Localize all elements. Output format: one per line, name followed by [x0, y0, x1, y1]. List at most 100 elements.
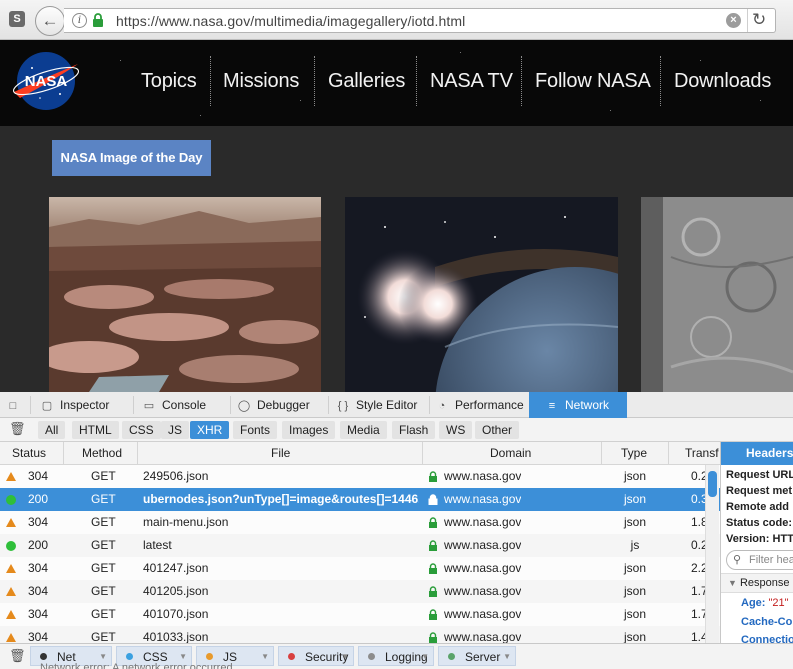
secure-lock-icon: [428, 494, 438, 505]
cell-domain: www.nasa.gov: [444, 630, 522, 643]
col-status[interactable]: Status: [12, 442, 46, 465]
tab-divider: [133, 396, 134, 414]
tab-divider: [30, 396, 31, 414]
nav-topics[interactable]: Topics: [141, 70, 197, 93]
cell-status: 304: [28, 630, 49, 643]
filter-js[interactable]: JS: [161, 421, 190, 439]
status-cached-icon: [6, 472, 16, 481]
dropdown-arrow-icon[interactable]: ▼: [341, 647, 349, 667]
filter-css[interactable]: CSS: [122, 421, 161, 439]
response-headers-section[interactable]: ▼ Response: [721, 573, 793, 593]
scrollbar-thumb[interactable]: [708, 471, 717, 497]
table-row[interactable]: 304 GET 401033.json www.nasa.gov json 1.4: [0, 626, 720, 643]
devtools-panel: □ ▢ Inspector ▭ Console ◯ Debugger { } Style…: [0, 392, 793, 669]
dropdown-arrow-icon[interactable]: ▼: [261, 647, 269, 667]
table-row[interactable]: 200 GET latest www.nasa.gov js 0.2: [0, 534, 720, 557]
dropdown-arrow-icon[interactable]: ▼: [503, 647, 511, 667]
table-row[interactable]: 304 GET 401205.json www.nasa.gov json 1.7: [0, 580, 720, 603]
image-of-the-day-badge[interactable]: NASA Image of the Day: [52, 140, 211, 176]
tab-performance[interactable]: ◔ Performance: [435, 392, 529, 418]
extension-icon[interactable]: S: [9, 11, 25, 27]
category-dot-icon: [368, 653, 375, 660]
clear-requests-trash-icon[interactable]: 🗑: [9, 421, 26, 437]
tab-network[interactable]: ≡ Network: [529, 392, 627, 418]
nav-galleries[interactable]: Galleries: [328, 70, 405, 93]
cell-type: json: [623, 492, 646, 506]
table-row[interactable]: 304 GET main-menu.json www.nasa.gov json 1.8: [0, 511, 720, 534]
gallery-image-moon-surface[interactable]: [641, 197, 793, 392]
table-row[interactable]: 304 GET 249506.json www.nasa.gov json 0.2: [0, 465, 720, 488]
cell-domain: www.nasa.gov: [444, 561, 522, 575]
site-header: NASA Topics Missions Galleries NASA TV F…: [0, 40, 793, 126]
table-row[interactable]: 304 GET 401247.json www.nasa.gov json 2.2: [0, 557, 720, 580]
cell-status: 304: [28, 561, 49, 575]
category-dot-icon: [448, 653, 455, 660]
address-bar[interactable]: i https://www.nasa.gov/multimedia/imageg…: [64, 8, 776, 33]
nav-follow-nasa[interactable]: Follow NASA: [535, 70, 651, 93]
url-text[interactable]: https://www.nasa.gov/multimedia/imagegal…: [116, 13, 465, 29]
clear-console-trash-icon[interactable]: 🗑: [9, 648, 26, 664]
status-cached-icon: [6, 564, 16, 573]
search-icon: ⚲: [733, 554, 742, 566]
request-method-label: Request met: [726, 485, 793, 497]
filter-flash[interactable]: Flash: [392, 421, 436, 439]
console-filter-logging[interactable]: Logging ▼: [358, 646, 434, 666]
header-value: "21": [768, 597, 789, 609]
filter-media[interactable]: Media: [340, 421, 387, 439]
col-file[interactable]: File: [271, 442, 290, 465]
gallery-image-mars[interactable]: [49, 197, 321, 392]
tab-console[interactable]: ▭ Console: [142, 392, 228, 418]
nav-downloads[interactable]: Downloads: [674, 70, 771, 93]
back-button[interactable]: ←: [35, 6, 65, 36]
console-filter-server[interactable]: Server ▼: [438, 646, 516, 666]
headers-tab[interactable]: Headers: [721, 442, 793, 465]
tab-inspector[interactable]: ▢ Inspector: [40, 392, 132, 418]
table-row[interactable]: 200 GET ubernodes.json?unType[]=image&rout…: [0, 488, 720, 511]
col-method[interactable]: Method: [82, 442, 122, 465]
nav-missions[interactable]: Missions: [223, 70, 299, 93]
cell-domain: www.nasa.gov: [444, 607, 522, 621]
pick-element-button[interactable]: □: [0, 392, 30, 418]
nav-nasa-tv[interactable]: NASA TV: [430, 70, 513, 93]
filter-headers-input[interactable]: ⚲ Filter hea: [726, 550, 793, 570]
site-info-icon[interactable]: i: [72, 13, 87, 28]
clear-url-icon[interactable]: ×: [726, 13, 741, 28]
cell-domain: www.nasa.gov: [444, 515, 522, 529]
tab-label: Debugger: [257, 398, 310, 412]
reload-icon[interactable]: ↻: [752, 10, 766, 30]
svg-text:NASA: NASA: [25, 73, 68, 90]
filter-other[interactable]: Other: [475, 421, 520, 439]
col-divider: [137, 442, 138, 465]
filter-fonts[interactable]: Fonts: [233, 421, 278, 439]
nasa-logo[interactable]: NASA: [10, 50, 82, 112]
secure-lock-icon[interactable]: [92, 12, 104, 28]
nav-divider: [416, 56, 417, 106]
filter-images[interactable]: Images: [282, 421, 336, 439]
tab-style-editor[interactable]: { } Style Editor: [336, 392, 428, 418]
console-filter-security[interactable]: Security ▼: [278, 646, 354, 666]
col-transferred[interactable]: Transf: [685, 442, 719, 465]
status-ok-icon: [6, 541, 16, 551]
filter-placeholder: Filter hea: [749, 554, 793, 566]
filter-all[interactable]: All: [38, 421, 66, 439]
header-connection: Connectio: [741, 634, 793, 643]
cell-domain: www.nasa.gov: [444, 469, 522, 483]
col-divider: [668, 442, 669, 465]
response-headers-label: Response: [739, 577, 790, 589]
dropdown-arrow-icon[interactable]: ▼: [421, 647, 429, 667]
secure-lock-icon: [429, 540, 437, 551]
col-domain[interactable]: Domain: [490, 442, 531, 465]
cell-file: 401070.json: [143, 607, 209, 621]
category-dot-icon: [126, 653, 133, 660]
filter-html[interactable]: HTML: [72, 421, 119, 439]
filter-xhr[interactable]: XHR: [190, 421, 230, 439]
cell-method: GET: [91, 630, 116, 643]
filter-ws[interactable]: WS: [439, 421, 473, 439]
gallery-image-stars-planet[interactable]: [345, 197, 618, 392]
tab-divider: [328, 396, 329, 414]
table-scrollbar[interactable]: [705, 465, 719, 643]
table-row[interactable]: 304 GET 401070.json www.nasa.gov json 1.7: [0, 603, 720, 626]
cell-domain: www.nasa.gov: [444, 584, 522, 598]
col-type[interactable]: Type: [621, 442, 647, 465]
tab-debugger[interactable]: ◯ Debugger: [237, 392, 327, 418]
